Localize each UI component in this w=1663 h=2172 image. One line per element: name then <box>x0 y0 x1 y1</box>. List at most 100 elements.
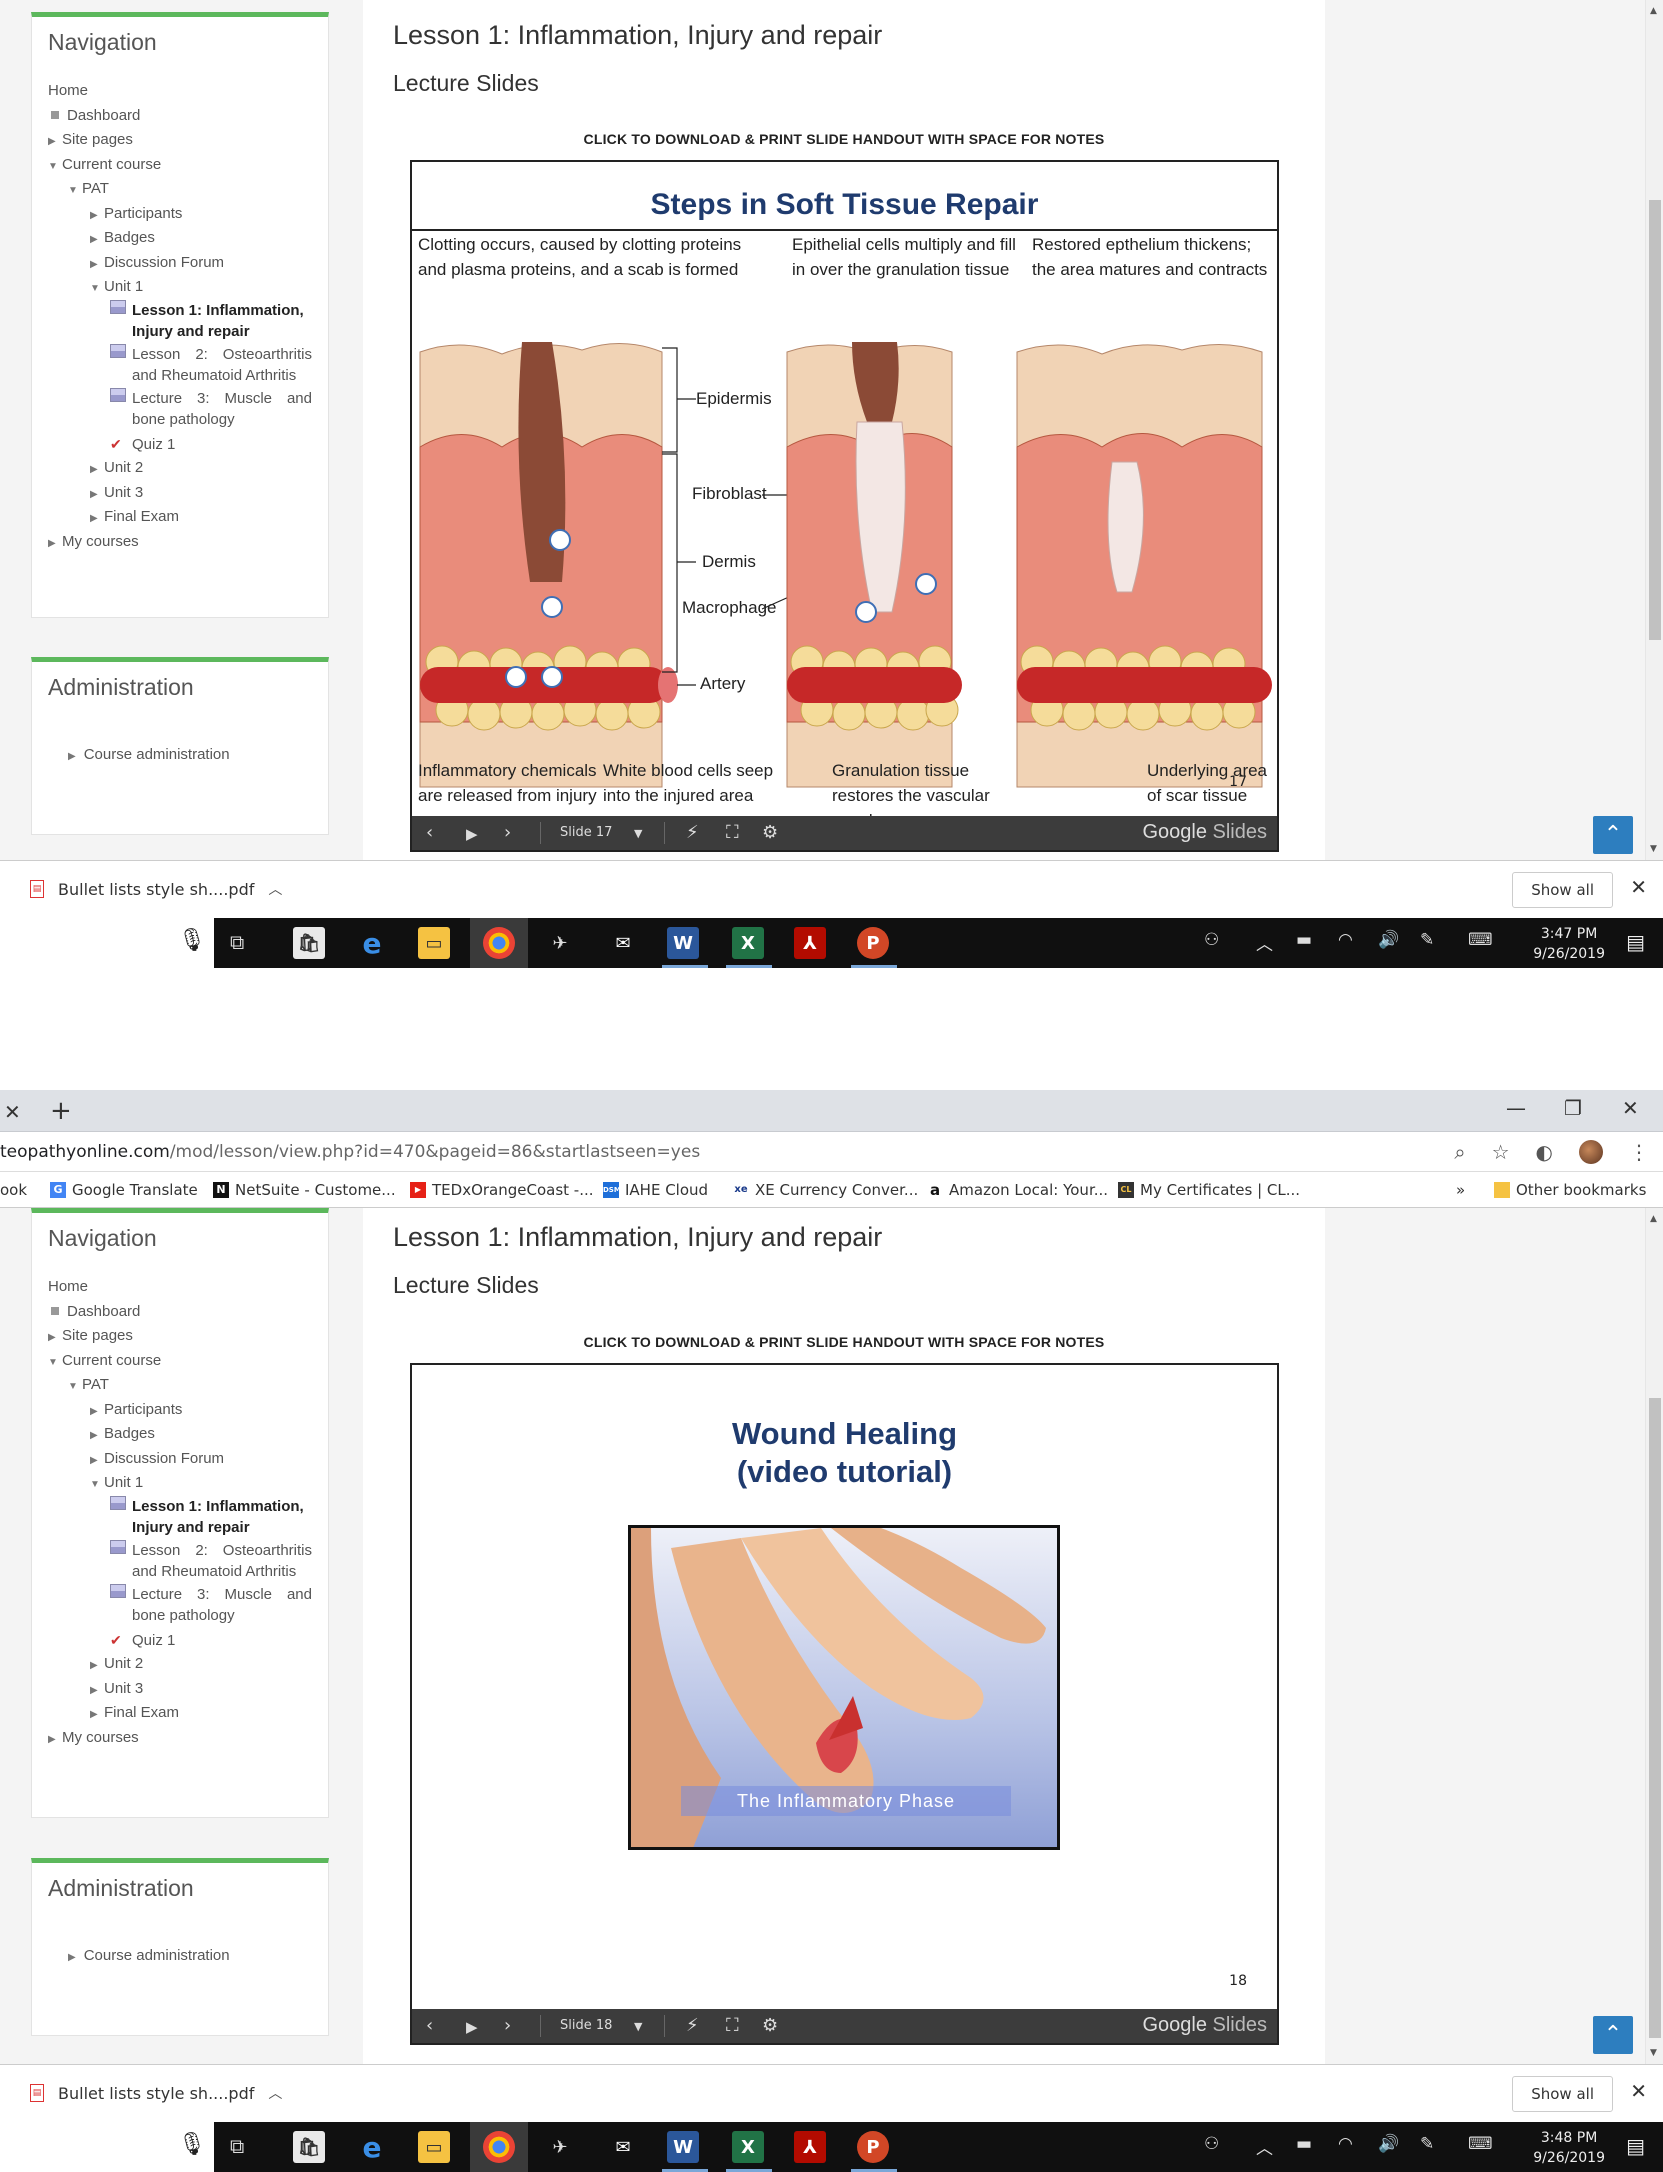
close-icon[interactable]: ✕ <box>1630 2079 1647 2103</box>
chevron-up-icon[interactable]: ︿ <box>268 2083 282 2103</box>
nav-home[interactable]: Home <box>48 79 328 104</box>
taskbar-clock[interactable]: 3:47 PM 9/26/2019 <box>1533 924 1605 964</box>
chevron-up-icon[interactable]: ︿ <box>1256 930 1273 955</box>
taskbar-clock[interactable]: 3:48 PM 9/26/2019 <box>1533 2128 1605 2168</box>
chevron-down-icon[interactable]: ▼ <box>68 1375 82 1399</box>
play-icon[interactable]: ▶ <box>466 825 478 843</box>
chevron-right-icon[interactable]: ▶ <box>48 1326 62 1350</box>
close-icon[interactable]: ✕ <box>1630 875 1647 899</box>
download-handout-link[interactable]: CLICK TO DOWNLOAD & PRINT SLIDE HANDOUT … <box>363 131 1325 147</box>
google-slides-logo[interactable]: Google Slides <box>1142 821 1267 844</box>
page-scrollbar[interactable]: ▲ ▼ <box>1645 0 1663 860</box>
nav-unit-2[interactable]: ▶ Unit 2 <box>48 1652 328 1677</box>
chevron-right-icon[interactable]: ▶ <box>90 204 104 228</box>
nav-lesson-2[interactable]: Lesson 2: Osteoarthritis and Rheumatoid … <box>48 1539 328 1584</box>
chevron-down-icon[interactable]: ▼ <box>90 1473 104 1497</box>
fullscreen-icon[interactable]: ⛶ <box>726 2015 739 2036</box>
microphone-icon[interactable]: 🎙 <box>178 928 206 953</box>
course-administration-link[interactable]: ▶ Course administration <box>68 1947 230 1964</box>
pen-icon[interactable]: ✎ <box>1420 930 1434 950</box>
slide-18[interactable]: Wound Healing (video tutorial) The Infla… <box>410 1363 1279 2045</box>
chevron-right-icon[interactable]: ▶ <box>48 130 62 154</box>
gear-icon[interactable]: ⚙ <box>762 2015 778 2036</box>
more-bookmarks-button[interactable]: » <box>1456 1181 1465 1199</box>
downloaded-file[interactable]: ▤ Bullet lists style sh....pdf ︿ <box>30 2083 282 2103</box>
minimize-icon[interactable]: — <box>1506 1096 1526 1120</box>
powerpoint-icon[interactable]: P <box>857 927 889 959</box>
nav-dashboard[interactable]: Dashboard <box>48 104 328 129</box>
chevron-right-icon[interactable]: ▶ <box>48 1728 62 1752</box>
keyboard-icon[interactable]: ⌨ <box>1468 2134 1493 2154</box>
scrollbar-thumb[interactable] <box>1649 1398 1661 2038</box>
people-icon[interactable]: ⚇ <box>1204 930 1219 950</box>
file-explorer-icon[interactable]: ▭ <box>418 2131 450 2163</box>
file-explorer-icon[interactable]: ▭ <box>418 927 450 959</box>
chevron-right-icon[interactable]: ▶ <box>68 1952 76 1963</box>
excel-icon[interactable]: X <box>732 2131 764 2163</box>
pen-icon[interactable]: ✎ <box>1420 2134 1434 2154</box>
bookmark-item[interactable]: ook <box>0 1181 27 1199</box>
nav-current-course[interactable]: ▼ Current course <box>48 1349 328 1374</box>
bookmark-tedx[interactable]: ▶ TEDxOrangeCoast -... <box>410 1181 594 1199</box>
scroll-up-arrow-icon[interactable]: ▲ <box>1650 6 1657 16</box>
store-icon[interactable]: 🛍 <box>293 2131 325 2163</box>
avatar[interactable] <box>1579 1140 1603 1164</box>
chevron-right-icon[interactable]: ▶ <box>90 1449 104 1473</box>
notification-icon[interactable]: ▤ <box>1626 2134 1645 2158</box>
nav-final-exam[interactable]: ▶ Final Exam <box>48 1701 328 1726</box>
nav-my-courses[interactable]: ▶ My courses <box>48 1726 328 1751</box>
bookmark-google-translate[interactable]: G Google Translate <box>50 1181 198 1199</box>
nav-unit-1[interactable]: ▼ Unit 1 <box>48 1471 328 1496</box>
chrome-icon[interactable] <box>483 927 515 959</box>
nav-badges[interactable]: ▶ Badges <box>48 1422 328 1447</box>
chevron-down-icon[interactable]: ▼ <box>90 277 104 301</box>
chevron-right-icon[interactable]: ▶ <box>90 228 104 252</box>
play-icon[interactable]: ▶ <box>466 2018 478 2036</box>
edge-icon[interactable]: e <box>356 2131 388 2164</box>
previous-slide-icon[interactable]: ‹ <box>426 822 433 843</box>
scroll-down-arrow-icon[interactable]: ▼ <box>1650 844 1657 854</box>
restore-icon[interactable]: ❐ <box>1564 1096 1582 1120</box>
nav-site-pages[interactable]: ▶ Site pages <box>48 128 328 153</box>
battery-icon[interactable]: ▬ <box>1296 2134 1312 2154</box>
nav-unit-2[interactable]: ▶ Unit 2 <box>48 456 328 481</box>
gear-icon[interactable]: ⚙ <box>762 822 778 843</box>
chevron-down-icon[interactable]: ▼ <box>68 179 82 203</box>
powerpoint-icon[interactable]: P <box>857 2131 889 2163</box>
chevron-down-icon[interactable]: ▼ <box>48 1351 62 1375</box>
chevron-right-icon[interactable]: ▶ <box>90 1400 104 1424</box>
slide-selector[interactable]: Slide 17 <box>560 825 612 840</box>
previous-slide-icon[interactable]: ‹ <box>426 2015 433 2036</box>
next-slide-icon[interactable]: › <box>504 822 511 843</box>
extension-icon[interactable]: ◐ <box>1536 1140 1553 1164</box>
scroll-down-arrow-icon[interactable]: ▼ <box>1650 2048 1657 2058</box>
acrobat-icon[interactable]: ⅄ <box>794 927 826 959</box>
wifi-icon[interactable]: ◠ <box>1338 2134 1353 2154</box>
chrome-icon[interactable] <box>483 2131 515 2163</box>
people-icon[interactable]: ⚇ <box>1204 2134 1219 2154</box>
chevron-right-icon[interactable]: ▶ <box>90 458 104 482</box>
battery-icon[interactable]: ▬ <box>1296 930 1312 950</box>
nav-my-courses[interactable]: ▶ My courses <box>48 530 328 555</box>
word-icon[interactable]: W <box>667 927 699 959</box>
excel-icon[interactable]: X <box>732 927 764 959</box>
laser-pointer-icon[interactable]: ⚡ <box>686 2015 699 2036</box>
bookmark-xe-currency[interactable]: xe XE Currency Conver... <box>733 1181 918 1199</box>
chevron-right-icon[interactable]: ▶ <box>90 1703 104 1727</box>
course-administration-link[interactable]: ▶ Course administration <box>68 746 230 763</box>
volume-icon[interactable]: 🔊 <box>1378 930 1399 950</box>
nav-quiz-1[interactable]: ✔ Quiz 1 <box>48 432 328 457</box>
nav-lesson-2[interactable]: Lesson 2: Osteoarthritis and Rheumatoid … <box>48 343 328 388</box>
chevron-right-icon[interactable]: ▶ <box>90 1679 104 1703</box>
word-icon[interactable]: W <box>667 2131 699 2163</box>
search-icon[interactable]: ⌕ <box>1454 1140 1465 1164</box>
nav-unit-3[interactable]: ▶ Unit 3 <box>48 1677 328 1702</box>
laser-pointer-icon[interactable]: ⚡ <box>686 822 699 843</box>
nav-participants[interactable]: ▶ Participants <box>48 202 328 227</box>
chevron-right-icon[interactable]: ▶ <box>48 532 62 556</box>
nav-lesson-1[interactable]: Lesson 1: Inflammation, Injury and repai… <box>48 1495 328 1540</box>
back-to-top-button[interactable]: ⌃ <box>1593 816 1633 854</box>
page-scrollbar[interactable]: ▲ ▼ <box>1645 1208 1663 2064</box>
chevron-right-icon[interactable]: ▶ <box>90 1654 104 1678</box>
chevron-right-icon[interactable]: ▶ <box>90 483 104 507</box>
